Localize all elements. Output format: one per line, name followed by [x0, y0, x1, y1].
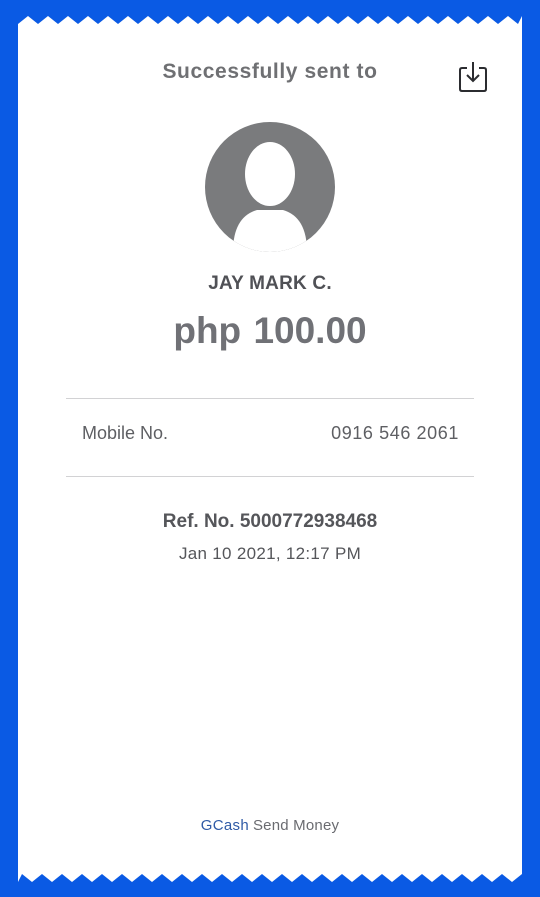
download-icon: [459, 62, 487, 92]
footer: GCash Send Money: [0, 817, 540, 834]
mobile-label: Mobile No.: [82, 423, 169, 443]
reference-number: Ref. No. 5000772938468: [162, 511, 378, 532]
amount: php 100.00: [0, 310, 540, 352]
recipient-name: JAY MARK C.: [208, 273, 332, 294]
download-button[interactable]: [456, 58, 490, 94]
transaction-datetime: Jan 10 2021, 12:17 PM: [178, 544, 362, 563]
divider: [66, 398, 474, 399]
divider: [66, 476, 474, 477]
receipt-screen: Successfully sent to JAY MARK C. php 100…: [0, 0, 540, 897]
currency-label: php: [173, 310, 242, 351]
brand-logo: GCash: [200, 817, 249, 834]
mobile-value: 0916 546 2061: [331, 423, 459, 443]
footer-label: Send Money: [252, 817, 340, 834]
user-avatar-icon: [205, 122, 335, 252]
avatar: [205, 122, 335, 252]
amount-value: 100.00: [253, 310, 367, 351]
